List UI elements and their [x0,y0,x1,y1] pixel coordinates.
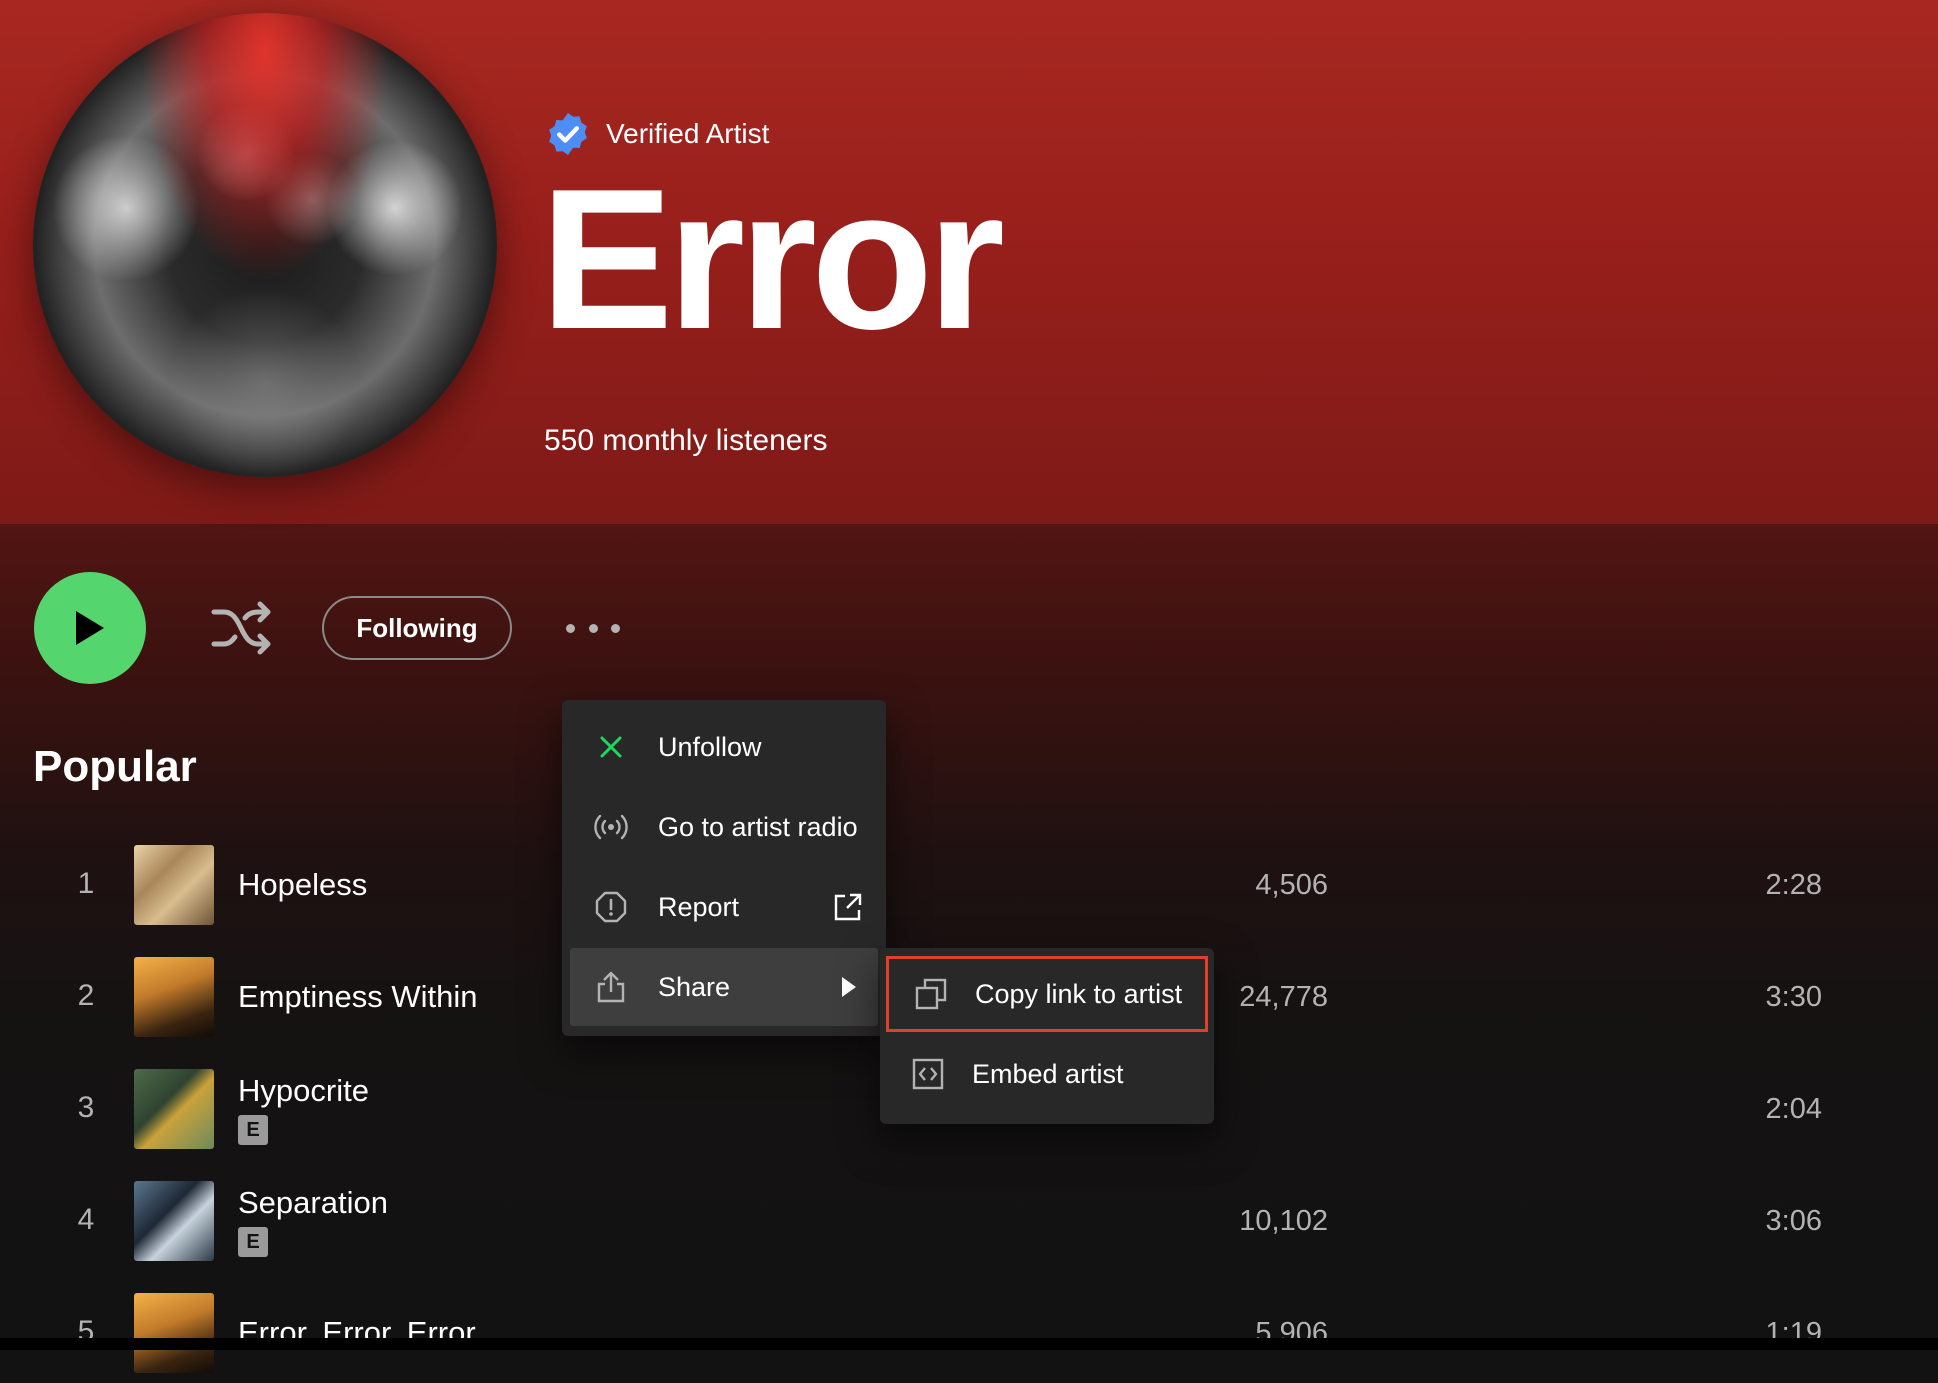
menu-item-share[interactable]: Share [570,948,878,1026]
track-cover [134,1069,214,1149]
play-icon [76,611,104,645]
track-row[interactable]: 5 Error, Error, Error 5,906 1:19 [0,1283,1938,1383]
track-row[interactable]: 4 Separation E 10,102 3:06 [0,1171,1938,1271]
track-cover [134,957,214,1037]
track-title: Emptiness Within [238,979,478,1014]
menu-item-report[interactable]: Report [570,868,878,946]
explicit-badge: E [238,1115,268,1145]
track-duration: 3:06 [1765,1205,1822,1237]
following-button[interactable]: Following [322,596,512,660]
track-cover [134,1181,214,1261]
track-plays: 4,506 [1255,869,1328,901]
explicit-badge: E [238,1227,268,1257]
chevron-right-icon [842,977,856,997]
more-options-button[interactable] [566,618,620,638]
dot-icon [611,623,620,633]
menu-item-unfollow[interactable]: Unfollow [570,708,878,786]
menu-item-label: Report [658,891,740,922]
artist-name: Error [540,148,1005,371]
monthly-listeners: 550 monthly listeners [544,424,828,457]
track-number: 2 [77,979,95,1012]
track-title: Hopeless [238,867,368,902]
report-icon [595,891,627,923]
track-number: 3 [77,1091,95,1124]
track-duration: 2:28 [1765,869,1822,901]
menu-item-label: Go to artist radio [658,811,858,842]
menu-item-artist-radio[interactable]: Go to artist radio [570,788,878,866]
menu-item-label: Copy link to artist [975,978,1183,1009]
menu-item-copy-link[interactable]: Copy link to artist [886,956,1208,1032]
popular-heading: Popular [33,742,197,791]
close-icon [600,736,622,758]
menu-item-embed[interactable]: Embed artist [886,1036,1208,1112]
track-number: 4 [77,1203,95,1236]
track-plays: 10,102 [1239,1205,1328,1237]
track-title: Hypocrite [238,1073,369,1108]
track-duration: 2:04 [1765,1093,1822,1125]
share-submenu: Copy link to artist Embed artist [880,948,1214,1124]
track-cover [134,1293,214,1373]
radio-icon [594,814,628,840]
shuffle-icon[interactable] [210,600,274,656]
bottom-edge [0,1338,1938,1350]
verified-label: Verified Artist [606,118,770,149]
artist-context-menu: Unfollow Go to artist radio Report Share [562,700,886,1036]
copy-link-icon [915,978,947,1010]
external-link-icon [834,893,862,921]
track-duration: 3:30 [1765,981,1822,1013]
track-title: Separation [238,1185,388,1220]
dot-icon [566,623,575,633]
track-number: 1 [77,867,95,900]
play-button[interactable] [34,572,146,684]
track-plays: 24,778 [1239,981,1328,1013]
track-cover [134,845,214,925]
menu-item-label: Share [658,971,731,1002]
share-icon [597,971,625,1003]
artist-image [33,13,497,477]
track-row[interactable]: 1 Hopeless 4,506 2:28 [0,835,1938,935]
menu-item-label: Unfollow [658,731,762,762]
dot-icon [588,623,598,633]
embed-icon [912,1058,944,1090]
menu-item-label: Embed artist [972,1058,1124,1089]
